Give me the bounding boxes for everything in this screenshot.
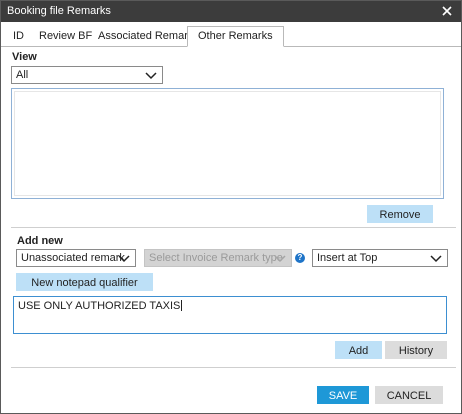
tab-associated-remarks[interactable]: Associated Remarks <box>96 27 201 46</box>
view-label: View <box>12 51 37 63</box>
view-select[interactable]: All <box>11 66 163 84</box>
insert-position-select[interactable]: Insert at Top <box>312 249 448 267</box>
invoice-remark-type-placeholder: Select Invoice Remark type <box>149 252 283 264</box>
title-bar: Booking file Remarks <box>1 1 461 22</box>
section-divider <box>11 227 456 228</box>
tab-bar: ID Review BF Associated Remarks Other Re… <box>1 26 461 47</box>
dialog-title: Booking file Remarks <box>7 5 111 17</box>
remark-type-value: Unassociated remark <box>21 252 125 264</box>
footer-divider <box>11 367 456 368</box>
text-caret <box>181 300 183 311</box>
history-button[interactable]: History <box>385 341 447 359</box>
chevron-down-icon <box>430 255 442 263</box>
new-notepad-qualifier-button[interactable]: New notepad qualifier <box>16 273 153 291</box>
close-icon <box>442 6 452 16</box>
view-select-value: All <box>16 69 29 81</box>
remark-type-select[interactable]: Unassociated remark <box>16 249 136 267</box>
invoice-remark-type-select: Select Invoice Remark type <box>144 249 292 267</box>
insert-position-value: Insert at Top <box>317 252 378 264</box>
close-button[interactable] <box>439 3 455 19</box>
booking-remarks-dialog: Booking file Remarks ID Review BF Associ… <box>0 0 462 414</box>
add-new-label: Add new <box>17 235 63 247</box>
remark-text-value: USE ONLY AUTHORIZED TAXIS <box>18 300 181 312</box>
remarks-list[interactable] <box>11 88 444 199</box>
tab-review-bf[interactable]: Review BF <box>37 27 94 46</box>
remarks-list-inner <box>14 91 441 196</box>
cancel-button[interactable]: CANCEL <box>375 386 443 404</box>
chevron-down-icon <box>145 72 157 80</box>
chevron-down-icon <box>274 255 286 263</box>
help-icon[interactable]: ? <box>295 253 305 263</box>
remove-button[interactable]: Remove <box>367 205 433 223</box>
save-button[interactable]: SAVE <box>317 386 369 404</box>
tab-other-remarks[interactable]: Other Remarks <box>187 26 284 47</box>
add-button[interactable]: Add <box>335 341 382 359</box>
tab-id[interactable]: ID <box>11 27 26 46</box>
remark-text-input[interactable]: USE ONLY AUTHORIZED TAXIS <box>13 296 447 334</box>
chevron-down-icon <box>118 255 130 263</box>
